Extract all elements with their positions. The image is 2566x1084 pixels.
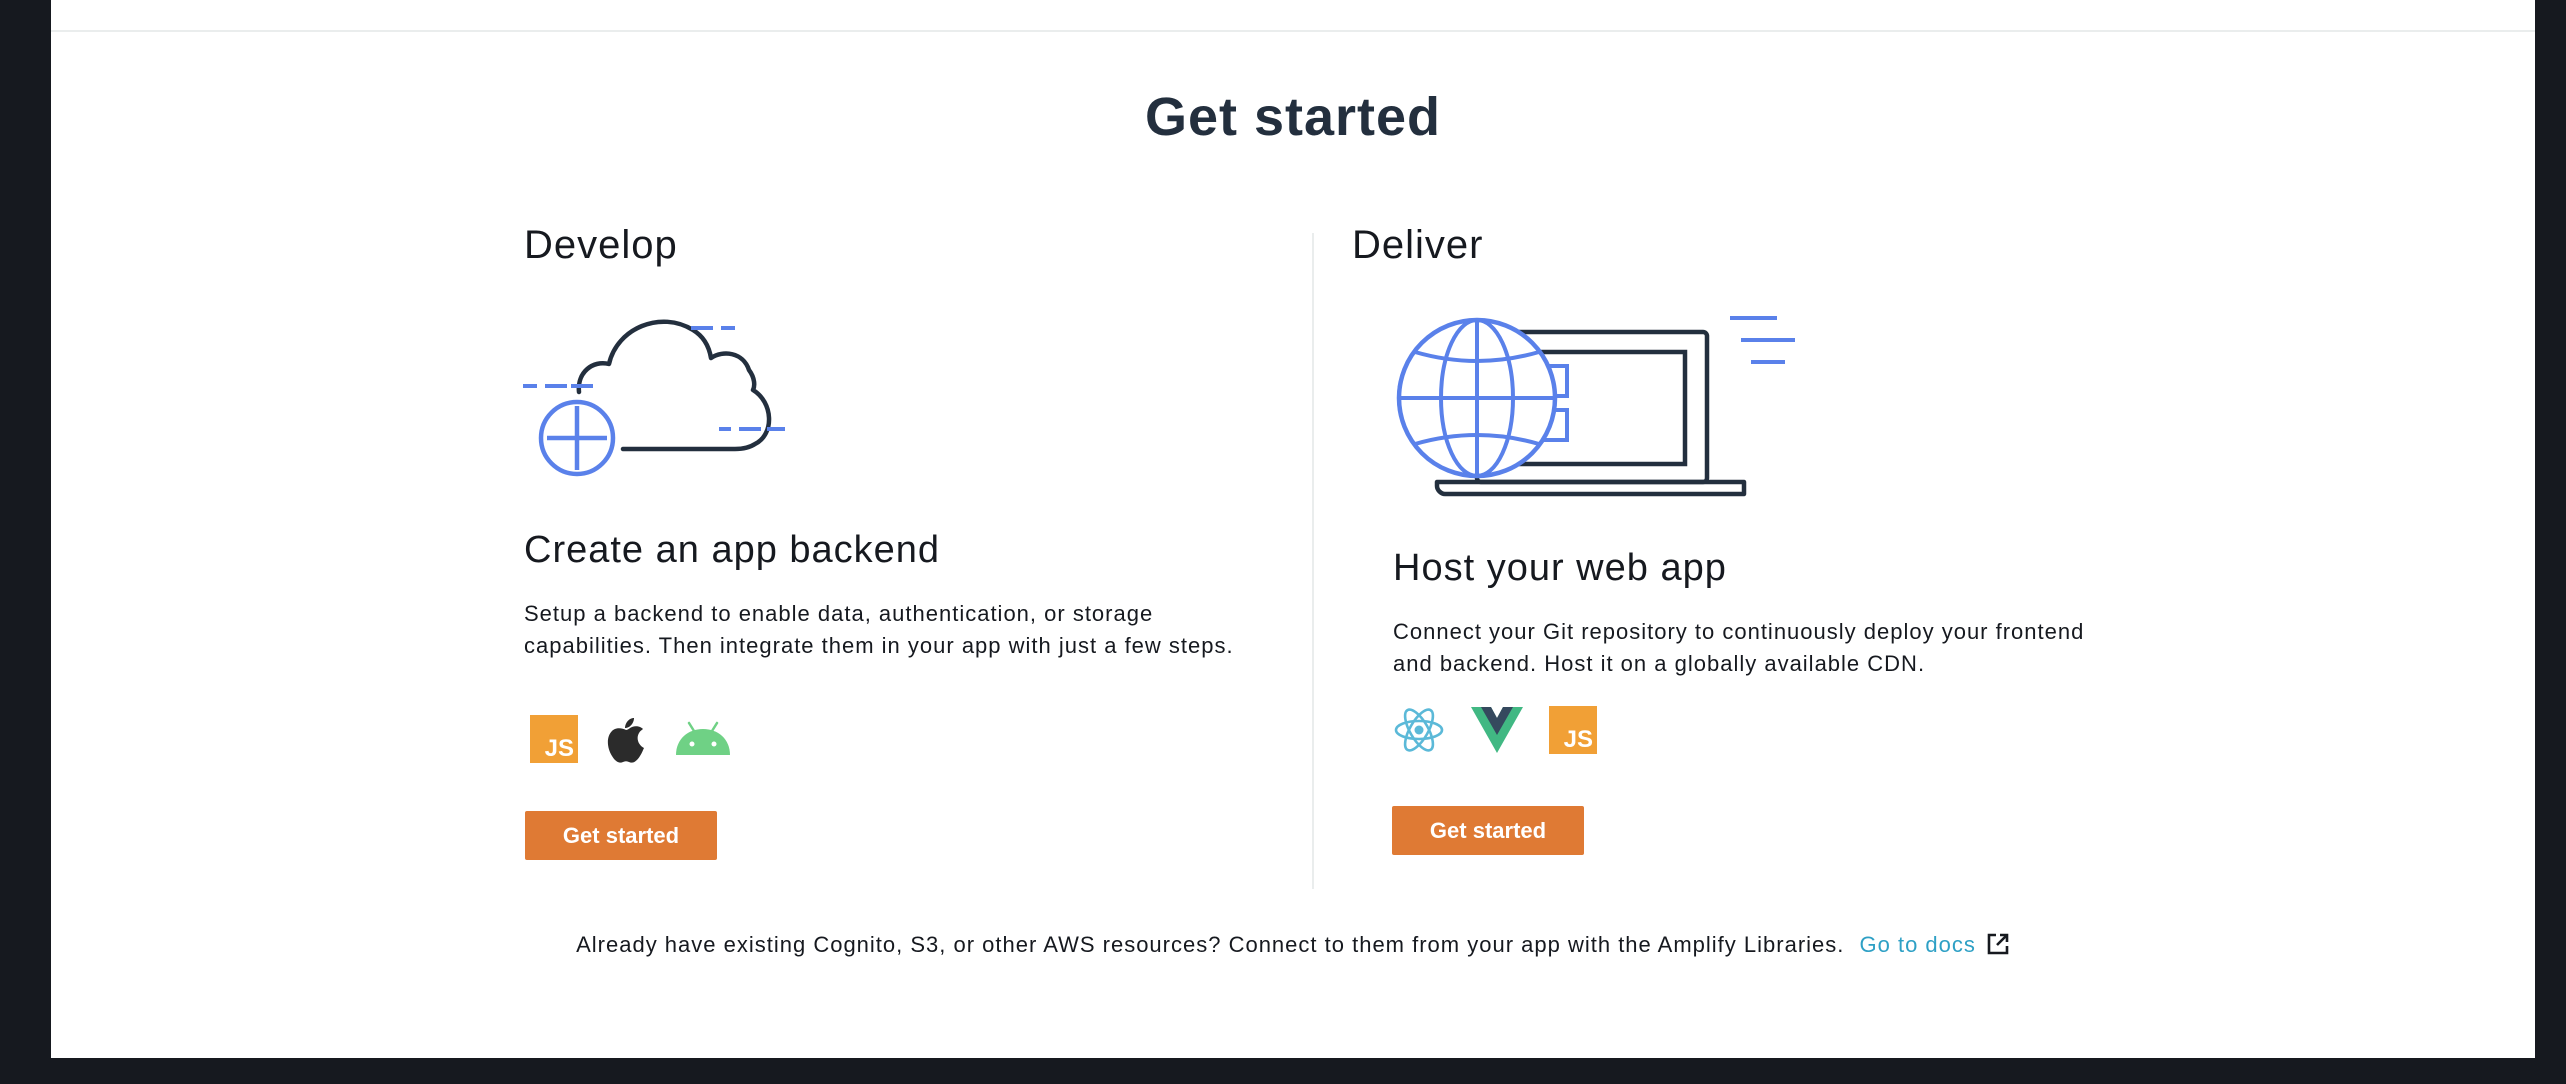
deliver-description: Connect your Git repository to continuou… (1393, 619, 2085, 676)
footer-text: Already have existing Cognito, S3, or ot… (576, 932, 1845, 957)
main-panel: Get started Develop Create an app backen… (51, 0, 2535, 1058)
cloud-plus-icon (523, 319, 785, 477)
deliver-card-title: Host your web app (1393, 547, 1727, 589)
javascript-icon: JS (1549, 706, 1597, 754)
javascript-icon: JS (530, 715, 578, 763)
go-to-docs-label: Go to docs (1859, 932, 1976, 957)
deliver-heading: Deliver (1352, 223, 1484, 267)
header-divider (51, 30, 2535, 32)
page-title: Get started (1144, 87, 1442, 147)
globe-laptop-icon (1396, 316, 1795, 497)
vue-icon (1471, 707, 1523, 753)
develop-platform-icons: JS (530, 714, 732, 764)
external-link-icon (1987, 933, 2009, 955)
footer-note: Already have existing Cognito, S3, or ot… (51, 932, 2535, 958)
apple-icon (607, 718, 644, 763)
go-to-docs-link[interactable]: Go to docs (1860, 932, 2010, 957)
develop-description: Setup a backend to enable data, authenti… (524, 601, 1234, 658)
develop-get-started-button[interactable]: Get started (525, 811, 717, 860)
android-icon (676, 721, 730, 755)
develop-heading: Develop (524, 223, 678, 267)
develop-card-title: Create an app backend (524, 529, 941, 571)
deliver-get-started-button[interactable]: Get started (1392, 806, 1584, 855)
column-divider (1312, 233, 1314, 889)
react-icon (1394, 708, 1444, 752)
deliver-platform-icons: JS (1393, 706, 1597, 754)
